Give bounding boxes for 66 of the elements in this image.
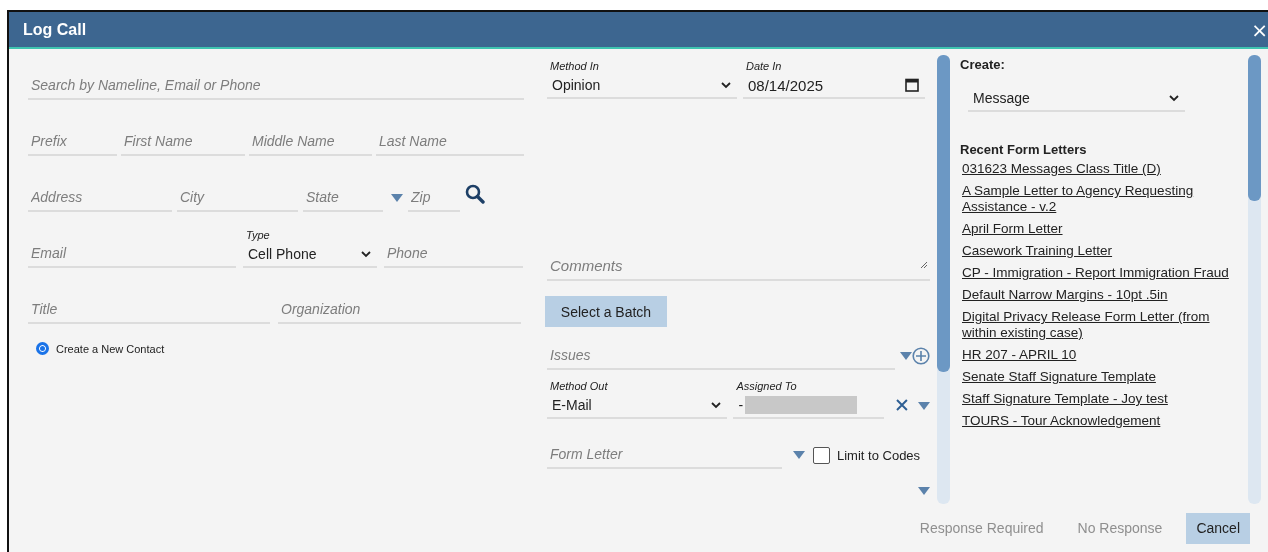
form-letter-link[interactable]: 031623 Messages Class Title (D) — [962, 161, 1245, 177]
form-letter-link[interactable]: Digital Privacy Release Form Letter (from within existing case) — [962, 309, 1245, 341]
field-label: Type — [245, 228, 271, 242]
close-button[interactable]: × — [1249, 19, 1268, 40]
input-field[interactable]: Phone — [384, 240, 523, 268]
calendar-icon — [905, 78, 919, 92]
method-in-dropdown[interactable]: Opinion — [547, 73, 737, 99]
chevron-icon — [1169, 94, 1179, 102]
input-field[interactable]: City — [177, 184, 298, 212]
form-letter-link[interactable]: Staff Signature Template - Joy test — [962, 391, 1245, 407]
input-field[interactable]: Prefix — [28, 128, 117, 156]
form-letter-link[interactable]: TOURS - Tour Acknowledgement — [962, 413, 1245, 429]
section-heading: Recent Form Letters — [960, 142, 1088, 157]
input-field[interactable]: Last Name — [376, 128, 524, 156]
scrollbar-thumb[interactable] — [1248, 55, 1261, 201]
scrollbar-track[interactable] — [1248, 55, 1261, 504]
input-field[interactable]: Address — [28, 184, 172, 212]
scrollbar-thumb[interactable] — [937, 55, 950, 372]
caret-icon — [793, 451, 805, 459]
form-letter-link[interactable]: A Sample Letter to Agency Requesting Assistance - v.2 — [962, 183, 1245, 215]
chevron-icon — [711, 401, 722, 409]
chevron-icon — [721, 81, 731, 89]
chevron-icon — [361, 250, 371, 258]
input-field[interactable]: State — [303, 184, 383, 212]
window-title: Log Call — [23, 20, 87, 39]
input-field[interactable]: First Name — [121, 128, 245, 156]
form-letter-link[interactable]: April Form Letter — [962, 221, 1245, 237]
field-label: Method In — [549, 59, 600, 73]
field-label: Date In — [745, 59, 783, 73]
input-field[interactable]: Search by Nameline, Email or Phone — [28, 72, 524, 100]
checkbox-label: Limit to Codes — [837, 447, 921, 463]
input-field[interactable]: Zip — [408, 184, 460, 212]
caret-icon — [900, 352, 912, 360]
caret-icon — [391, 194, 403, 202]
scrollbar-track[interactable] — [937, 55, 950, 504]
create-dropdown[interactable]: Message — [968, 86, 1185, 112]
assigned-to-field[interactable]: - — [733, 393, 885, 419]
clear-icon — [896, 399, 908, 411]
resize-handle-icon — [920, 261, 928, 269]
checkbox[interactable] — [813, 446, 830, 464]
form-letter-link[interactable]: Senate Staff Signature Template — [962, 369, 1245, 385]
comments-field[interactable]: Comments — [547, 251, 930, 281]
date-field[interactable]: 08/14/2025 — [743, 73, 925, 99]
input-field[interactable]: Middle Name — [249, 128, 372, 156]
search-icon — [465, 184, 485, 204]
footer-button[interactable]: Cancel — [1186, 512, 1250, 544]
radio-button[interactable] — [36, 342, 49, 355]
form-letter-link[interactable]: Default Narrow Margins - 10pt .5in — [962, 287, 1245, 303]
type-dropdown[interactable]: Cell Phone — [243, 242, 377, 268]
method-out-dropdown[interactable]: E-Mail — [547, 393, 728, 419]
input-field[interactable]: Title — [28, 296, 270, 324]
form-letter-link[interactable]: CP - Immigration - Report Immigration Fraud — [962, 265, 1245, 281]
caret-icon — [918, 402, 930, 410]
input-field[interactable]: Form Letter — [547, 441, 782, 469]
caret-icon — [918, 487, 930, 495]
select-batch-button[interactable]: Select a Batch — [545, 296, 667, 327]
form-letter-link[interactable]: HR 207 - APRIL 10 — [962, 347, 1245, 363]
field-label: Method Out — [549, 379, 609, 393]
field-label: Assigned To — [735, 379, 798, 393]
add-icon — [912, 347, 930, 365]
form-letter-link[interactable]: Casework Training Letter — [962, 243, 1245, 259]
input-field[interactable]: Issues — [547, 342, 895, 370]
input-field[interactable]: Email — [28, 240, 236, 268]
section-label: Create: — [960, 57, 1006, 72]
input-field[interactable]: Organization — [278, 296, 521, 324]
radio-label: Create a New Contact — [56, 342, 165, 355]
